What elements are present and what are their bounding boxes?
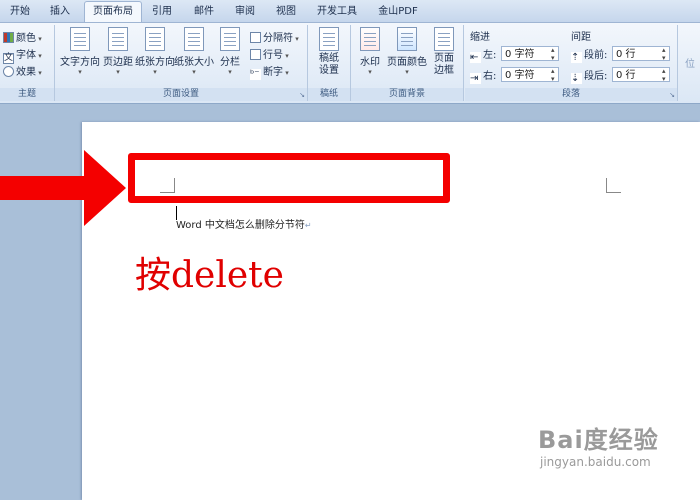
paragraph-dialog-launcher-icon[interactable]: ↘ (669, 91, 675, 99)
group-page-background: 水印 ▾ 页面颜色 ▾ 页面 边框 页面背景 (351, 25, 464, 101)
position-button[interactable]: 位 (681, 55, 699, 70)
page-borders-button[interactable]: 页面 边框 (425, 25, 463, 77)
press-delete-annotation: 按delete (135, 255, 284, 296)
breaks-button[interactable]: 分隔符 ▾ (250, 29, 299, 44)
page-borders-icon (434, 27, 454, 51)
group-page-setup: 文字方向 ▾ 页边距 ▾ 纸张方向 ▾ 纸张大小 ▾ 分栏 ▾ 分隔符 ▾ 行号 ▾ ᵇ⁻… (55, 25, 308, 101)
hyphenation-label: 断字 (263, 67, 283, 78)
spacing-before-label: ⇡ 段前: (571, 50, 608, 63)
breaks-label: 分隔符 (263, 33, 293, 44)
text-direction-label: 文字方向 (60, 57, 100, 68)
tab-kingsoft-pdf[interactable]: 金山PDF (372, 2, 424, 22)
position-label: 位 (685, 59, 695, 70)
tab-home[interactable]: 开始 (4, 2, 36, 22)
columns-button[interactable]: 分栏 ▾ (213, 25, 247, 76)
manuscript-group-label: 稿纸 (308, 88, 350, 101)
margins-icon (108, 27, 128, 51)
hyphenation-icon: ᵇ⁻ (250, 69, 261, 80)
page-background-group-label: 页面背景 (351, 88, 463, 101)
tab-view[interactable]: 视图 (270, 2, 302, 22)
theme-fonts-label: 字体 (16, 50, 36, 61)
manuscript-setup-label: 稿纸 设置 (319, 53, 339, 76)
document-body-text[interactable]: Word 中文档怎么删除分节符↵ (176, 216, 312, 231)
tab-mailings[interactable]: 邮件 (188, 2, 220, 22)
manuscript-icon (319, 27, 339, 51)
page-size-icon (184, 27, 204, 51)
theme-fonts-button[interactable]: 文字体 ▾ (3, 46, 42, 64)
theme-effects-button[interactable]: 效果 ▾ (3, 63, 42, 78)
spacing-after-input[interactable]: 0 行 (612, 67, 670, 83)
spacing-after-icon: ⇣ (571, 73, 582, 84)
tab-review[interactable]: 审阅 (229, 2, 261, 22)
group-arrange-partial: 位 (679, 25, 700, 101)
theme-colors-button[interactable]: 颜色 ▾ (3, 29, 42, 44)
color-palette-icon (3, 32, 14, 43)
orientation-button[interactable]: 纸张方向 ▾ (135, 25, 175, 76)
watermark-button[interactable]: 水印 ▾ (351, 25, 389, 76)
group-themes: 颜色 ▾ 文字体 ▾ 效果 ▾ 主题 (0, 25, 55, 101)
line-numbers-label: 行号 (263, 50, 283, 61)
theme-effects-label: 效果 (16, 67, 36, 78)
baidu-jingyan-watermark: Bai度经验 jingyan.baidu.com (538, 420, 659, 469)
ribbon-tab-bar: 开始 插入 页面布局 引用 邮件 审阅 视图 开发工具 金山PDF (0, 0, 700, 23)
hyphenation-button[interactable]: ᵇ⁻ 断字 ▾ (250, 63, 289, 80)
spacing-before-icon: ⇡ (571, 52, 582, 63)
tab-references[interactable]: 引用 (146, 2, 178, 22)
indent-right-icon: ⇥ (470, 73, 481, 84)
line-numbers-button[interactable]: 行号 ▾ (250, 46, 289, 61)
page-color-label: 页面颜色 (387, 57, 427, 68)
orientation-icon (145, 27, 165, 51)
watermark-label: 水印 (360, 57, 380, 68)
spacing-after-label: ⇣ 段后: (571, 71, 608, 84)
document-body-text-content: Word 中文档怎么删除分节符 (176, 220, 305, 231)
annotation-highlight-box (128, 153, 450, 203)
paragraph-group-label: 段落 (465, 88, 677, 101)
indent-left-label: ⇤ 左: (470, 50, 497, 63)
tab-insert[interactable]: 插入 (44, 2, 76, 22)
spacing-before-input[interactable]: 0 行 (612, 46, 670, 62)
page-color-icon (397, 27, 417, 51)
watermark-icon (360, 27, 380, 51)
theme-colors-label: 颜色 (16, 33, 36, 44)
page-borders-label: 页面 边框 (434, 53, 454, 76)
indent-title: 缩进 (470, 32, 490, 43)
size-label: 纸张大小 (174, 57, 214, 68)
effects-icon (3, 66, 14, 77)
page-color-button[interactable]: 页面颜色 ▾ (387, 25, 427, 76)
dialog-launcher-icon[interactable]: ↘ (299, 91, 305, 99)
manuscript-setup-button[interactable]: 稿纸 设置 (310, 25, 348, 77)
spacing-title: 间距 (571, 32, 591, 43)
ribbon: 颜色 ▾ 文字体 ▾ 效果 ▾ 主题 文字方向 ▾ 页边距 ▾ 纸张方向 ▾ 纸张大小… (0, 23, 700, 104)
margins-label: 页边距 (103, 57, 133, 68)
text-direction-icon (70, 27, 90, 51)
paragraph-mark-icon: ↵ (304, 221, 312, 230)
annotation-arrow-icon (0, 150, 126, 226)
margins-button[interactable]: 页边距 ▾ (99, 25, 137, 76)
group-manuscript: 稿纸 设置 稿纸 (308, 25, 351, 101)
tab-page-layout[interactable]: 页面布局 (84, 1, 142, 22)
page-setup-group-label: 页面设置 (55, 88, 307, 101)
columns-label: 分栏 (220, 57, 240, 68)
size-button[interactable]: 纸张大小 ▾ (174, 25, 214, 76)
indent-left-input[interactable]: 0 字符 (501, 46, 559, 62)
line-numbers-icon (250, 49, 261, 60)
breaks-icon (250, 32, 261, 43)
columns-icon (220, 27, 240, 51)
themes-group-label: 主题 (0, 88, 54, 101)
baidu-logo: Bai度经验 (538, 426, 659, 454)
indent-right-input[interactable]: 0 字符 (501, 67, 559, 83)
indent-left-icon: ⇤ (470, 52, 481, 63)
text-direction-button[interactable]: 文字方向 ▾ (59, 25, 101, 76)
tab-developer[interactable]: 开发工具 (312, 2, 362, 22)
indent-right-label: ⇥ 右: (470, 71, 497, 84)
page-corner-mark-right (606, 178, 621, 193)
baidu-url: jingyan.baidu.com (540, 455, 651, 469)
orientation-label: 纸张方向 (135, 57, 175, 68)
group-paragraph: 缩进 ⇤左: 0 字符 ⇥右: 0 字符 间距 ⇡段前: 0 行 ⇣段后: 0 … (465, 25, 678, 101)
